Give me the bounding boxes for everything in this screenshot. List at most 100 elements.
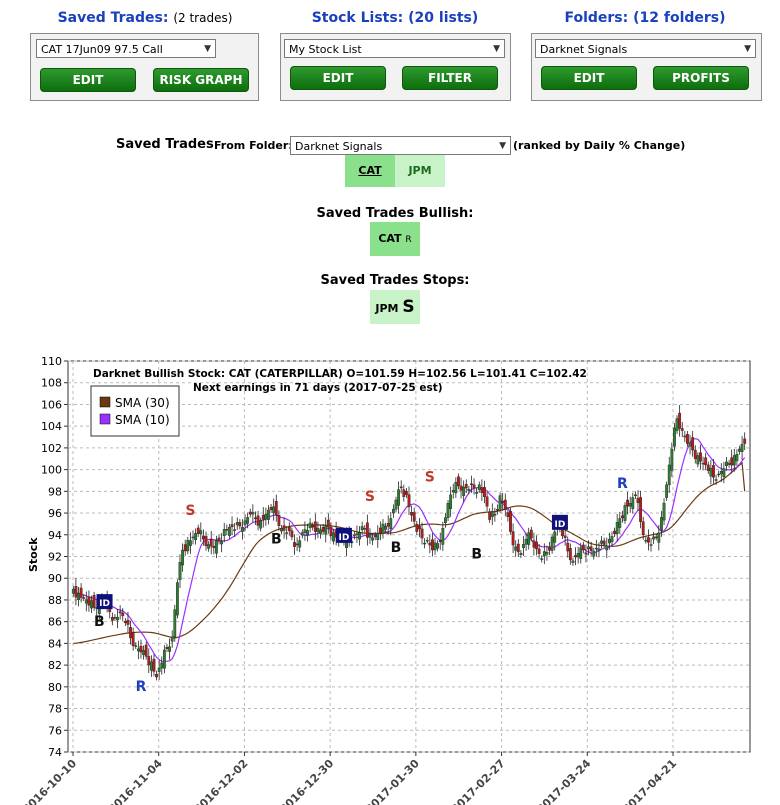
candle-body (654, 536, 658, 539)
candle-body (267, 509, 270, 520)
candle-body (391, 509, 395, 514)
candle-body (295, 543, 299, 546)
signal-buy-label: B (391, 540, 402, 556)
stock-chart: 74 76 78 80 82 84 86 88 90 92 94 96 98 100 102 104 106 10… (20, 355, 751, 805)
candle-body (407, 494, 411, 508)
candle-body (610, 536, 614, 543)
candle-body (189, 540, 192, 546)
candle-body (306, 530, 309, 536)
candle-body (326, 519, 330, 528)
candle-body (238, 522, 242, 527)
candle-body (581, 544, 585, 551)
candle-body (420, 528, 424, 539)
candle-body (410, 512, 414, 516)
candle-body (519, 553, 523, 555)
candle-body (540, 558, 544, 560)
x-tick-label: 2017-02-27 (449, 757, 508, 805)
candle-body (706, 464, 710, 471)
candle-body (144, 644, 148, 657)
candle-body (113, 617, 117, 619)
candle-body (352, 534, 356, 537)
y-tick-label: 102 (41, 442, 62, 455)
candle-body (149, 661, 153, 671)
candle-body (545, 551, 549, 555)
candle-body (701, 462, 705, 465)
candle-body (272, 506, 276, 513)
x-tick-label: 2016-11-04 (106, 757, 165, 805)
candle-body (501, 500, 505, 503)
candle-body (142, 650, 145, 655)
candle-body (378, 527, 382, 534)
legend-item-sma10: SMA (10) (115, 413, 170, 427)
candle-body (436, 543, 440, 549)
candle-body (503, 499, 507, 510)
candle-body (261, 515, 265, 520)
y-tick-label: 88 (48, 594, 62, 607)
candle-body (537, 548, 541, 554)
candle-body (485, 496, 489, 507)
candle-body (665, 484, 669, 498)
candle-body (134, 645, 138, 647)
candle-body (215, 540, 218, 554)
candle-body (248, 511, 252, 515)
candle-body (329, 526, 333, 536)
candle-body (529, 529, 533, 539)
candle-body (597, 548, 601, 551)
candle-body (691, 437, 695, 451)
candle-body (548, 546, 551, 551)
candle-body (693, 449, 697, 459)
candle-body (363, 528, 367, 530)
candle-body (209, 538, 213, 547)
candle-body (82, 597, 86, 599)
candle-body (269, 507, 273, 510)
candle-body (165, 647, 169, 650)
legend-item-sma30: SMA (30) (115, 396, 170, 410)
candle-body (444, 517, 447, 524)
signal-buy-label: B (271, 531, 282, 547)
candle-body (152, 658, 156, 672)
candle-body (84, 599, 88, 604)
y-tick-label: 106 (41, 398, 62, 411)
candle-body (623, 505, 627, 521)
candle-body (732, 455, 736, 466)
candle-body (316, 528, 320, 532)
candle-body (389, 518, 393, 530)
candle-body (116, 616, 119, 621)
signal-id-label: ID (99, 599, 110, 609)
candle-body (371, 537, 374, 541)
legend-swatch-sma30 (99, 396, 111, 408)
candle-body (415, 523, 419, 532)
candle-body (259, 520, 263, 529)
candle-body (207, 544, 211, 549)
candle-body (514, 546, 518, 551)
candle-body (509, 511, 512, 532)
candle-body (498, 495, 502, 510)
x-tick-label: 2016-12-02 (192, 757, 251, 805)
candle-body (441, 528, 445, 545)
candle-body (647, 537, 650, 543)
signal-r-label: R (617, 476, 628, 492)
candle-body (228, 526, 231, 536)
candle-body (308, 522, 312, 528)
signal-id-label: ID (555, 520, 566, 530)
candle-body (251, 512, 255, 515)
candle-body (71, 588, 75, 594)
candle-body (535, 541, 538, 550)
candle-body (157, 667, 161, 672)
y-tick-label: 100 (41, 464, 62, 477)
candle-body (660, 517, 663, 531)
candle-body (222, 529, 226, 536)
candle-body (264, 513, 268, 520)
candle-body (550, 536, 554, 551)
candle-body (472, 484, 476, 489)
candle-body (358, 532, 361, 540)
y-tick-label: 78 (48, 703, 62, 716)
candle-body (381, 523, 385, 534)
candle-body (649, 544, 653, 546)
candle-body (386, 523, 390, 527)
candle-body (123, 621, 127, 623)
candle-body (717, 473, 721, 476)
candle-body (246, 517, 250, 524)
candle-body (678, 412, 682, 429)
candle-body (524, 538, 528, 545)
